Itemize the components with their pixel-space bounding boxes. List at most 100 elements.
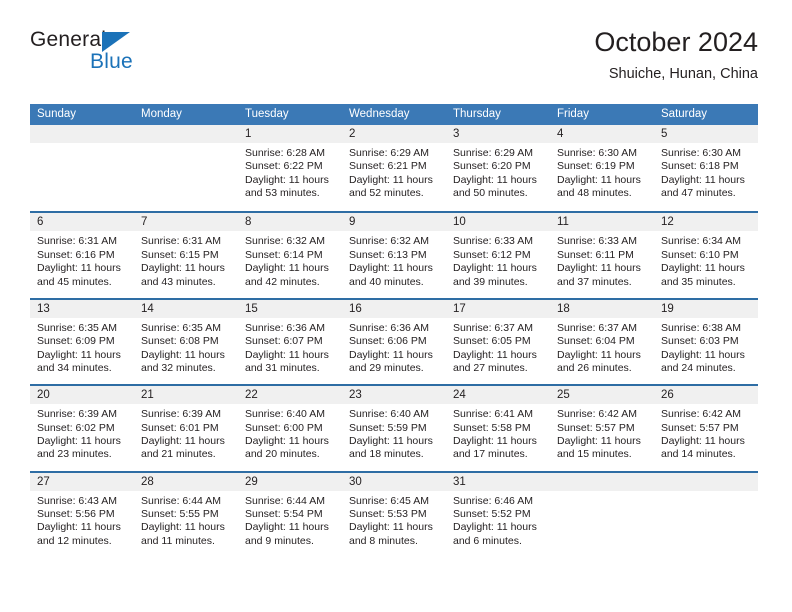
calendar-day-cell[interactable]: 25 Sunrise: 6:42 AM Sunset: 5:57 PM Dayligh… bbox=[550, 386, 654, 471]
calendar-day-cell[interactable]: 24 Sunrise: 6:41 AM Sunset: 5:58 PM Dayligh… bbox=[446, 386, 550, 471]
calendar-day-cell-empty bbox=[550, 472, 654, 557]
day-header-sunday: Sunday bbox=[37, 108, 77, 120]
day-details: Sunrise: 6:40 AM Sunset: 6:00 PM Daylight:… bbox=[238, 404, 342, 462]
calendar-day-cell[interactable]: 27 Sunrise: 6:43 AM Sunset: 5:56 PM Dayligh… bbox=[30, 472, 134, 557]
sunset-text: Sunset: 6:09 PM bbox=[37, 335, 115, 348]
calendar-day-cell[interactable]: 8 Sunrise: 6:32 AM Sunset: 6:14 PM Daylight… bbox=[238, 213, 342, 298]
page-subtitle-location: Shuiche, Hunan, China bbox=[608, 66, 758, 82]
calendar-week-row: 6 Sunrise: 6:31 AM Sunset: 6:16 PM Daylight… bbox=[30, 211, 758, 298]
calendar-day-cell[interactable]: 12 Sunrise: 6:34 AM Sunset: 6:10 PM Dayligh… bbox=[654, 213, 758, 298]
calendar-day-cell[interactable]: 6 Sunrise: 6:31 AM Sunset: 6:16 PM Daylight… bbox=[30, 213, 134, 298]
day-number: 7 bbox=[134, 213, 238, 232]
day-number: 23 bbox=[342, 386, 446, 405]
day-number: 12 bbox=[654, 213, 758, 232]
day-details: Sunrise: 6:35 AM Sunset: 6:09 PM Daylight:… bbox=[30, 318, 134, 376]
calendar-day-cell[interactable]: 11 Sunrise: 6:33 AM Sunset: 6:11 PM Dayligh… bbox=[550, 213, 654, 298]
calendar-day-cell[interactable]: 14 Sunrise: 6:35 AM Sunset: 6:08 PM Dayligh… bbox=[134, 299, 238, 385]
calendar-grid: Sunday Monday Tuesday Wednesday Thursday Frid… bbox=[30, 104, 758, 557]
sunrise-text: Sunrise: 6:28 AM bbox=[245, 147, 325, 159]
daylight-text: Daylight: 11 hours and 42 minutes. bbox=[245, 262, 329, 288]
day-number: 26 bbox=[654, 386, 758, 405]
calendar-day-cell[interactable]: 4 Sunrise: 6:30 AM Sunset: 6:19 PM Daylight… bbox=[550, 125, 654, 212]
day-number: 30 bbox=[342, 472, 446, 491]
sunrise-text: Sunrise: 6:40 AM bbox=[245, 408, 325, 421]
calendar-day-cell[interactable]: 21 Sunrise: 6:39 AM Sunset: 6:01 PM Dayligh… bbox=[134, 386, 238, 471]
day-number: 10 bbox=[446, 213, 550, 232]
sunrise-text: Sunrise: 6:29 AM bbox=[453, 147, 533, 159]
daylight-text: Daylight: 11 hours and 17 minutes. bbox=[453, 434, 537, 461]
calendar-day-cell[interactable]: 2 Sunrise: 6:29 AM Sunset: 6:21 PM Daylight… bbox=[342, 125, 446, 212]
day-details: Sunrise: 6:39 AM Sunset: 6:01 PM Daylight:… bbox=[134, 404, 238, 462]
day-details: Sunrise: 6:31 AM Sunset: 6:15 PM Daylight:… bbox=[134, 231, 238, 289]
sunset-text: Sunset: 5:57 PM bbox=[661, 421, 739, 434]
sunset-text: Sunset: 6:00 PM bbox=[245, 421, 323, 434]
daylight-text: Daylight: 11 hours and 53 minutes. bbox=[245, 173, 329, 200]
calendar-day-cell[interactable]: 29 Sunrise: 6:44 AM Sunset: 5:54 PM Dayligh… bbox=[238, 472, 342, 557]
sunset-text: Sunset: 6:08 PM bbox=[141, 335, 219, 348]
sunrise-text: Sunrise: 6:33 AM bbox=[453, 235, 533, 248]
sunrise-text: Sunrise: 6:37 AM bbox=[557, 321, 637, 334]
logo-text-blue: Blue bbox=[90, 50, 133, 73]
sunrise-text: Sunrise: 6:40 AM bbox=[349, 408, 429, 421]
day-number: 31 bbox=[446, 472, 550, 491]
calendar-day-cell[interactable]: 16 Sunrise: 6:36 AM Sunset: 6:06 PM Dayligh… bbox=[342, 299, 446, 385]
sunrise-text: Sunrise: 6:36 AM bbox=[349, 321, 429, 334]
daylight-text: Daylight: 11 hours and 50 minutes. bbox=[453, 173, 537, 200]
daylight-text: Daylight: 11 hours and 40 minutes. bbox=[349, 262, 433, 288]
day-details: Sunrise: 6:35 AM Sunset: 6:08 PM Daylight:… bbox=[134, 318, 238, 376]
sunrise-text: Sunrise: 6:34 AM bbox=[661, 235, 741, 248]
sunrise-text: Sunrise: 6:44 AM bbox=[245, 494, 325, 507]
day-details: Sunrise: 6:37 AM Sunset: 6:05 PM Daylight:… bbox=[446, 318, 550, 376]
sunrise-text: Sunrise: 6:35 AM bbox=[37, 321, 117, 334]
day-number: 5 bbox=[654, 125, 758, 143]
sunset-text: Sunset: 5:53 PM bbox=[349, 507, 427, 520]
calendar-day-cell[interactable]: 23 Sunrise: 6:40 AM Sunset: 5:59 PM Dayligh… bbox=[342, 386, 446, 471]
calendar-day-cell[interactable]: 30 Sunrise: 6:45 AM Sunset: 5:53 PM Dayligh… bbox=[342, 472, 446, 557]
calendar-day-cell[interactable]: 26 Sunrise: 6:42 AM Sunset: 5:57 PM Dayligh… bbox=[654, 386, 758, 471]
day-details: Sunrise: 6:42 AM Sunset: 5:57 PM Daylight:… bbox=[654, 404, 758, 462]
sunset-text: Sunset: 6:21 PM bbox=[349, 160, 427, 173]
calendar-day-cell[interactable]: 19 Sunrise: 6:38 AM Sunset: 6:03 PM Dayligh… bbox=[654, 299, 758, 385]
calendar-day-cell[interactable]: 13 Sunrise: 6:35 AM Sunset: 6:09 PM Dayligh… bbox=[30, 299, 134, 385]
day-number: 24 bbox=[446, 386, 550, 405]
calendar-day-cell[interactable]: 3 Sunrise: 6:29 AM Sunset: 6:20 PM Daylight… bbox=[446, 125, 550, 212]
calendar-day-cell[interactable]: 7 Sunrise: 6:31 AM Sunset: 6:15 PM Daylight… bbox=[134, 213, 238, 298]
calendar-day-cell[interactable]: 9 Sunrise: 6:32 AM Sunset: 6:13 PM Daylight… bbox=[342, 213, 446, 298]
sunset-text: Sunset: 6:13 PM bbox=[349, 248, 427, 261]
calendar-day-cell[interactable]: 28 Sunrise: 6:44 AM Sunset: 5:55 PM Dayligh… bbox=[134, 472, 238, 557]
sunset-text: Sunset: 5:59 PM bbox=[349, 421, 427, 434]
calendar-week-row: 1 Sunrise: 6:28 AM Sunset: 6:22 PM Daylight… bbox=[30, 125, 758, 212]
sunset-text: Sunset: 6:14 PM bbox=[245, 248, 323, 261]
sunrise-text: Sunrise: 6:31 AM bbox=[141, 235, 221, 248]
day-details: Sunrise: 6:36 AM Sunset: 6:07 PM Daylight:… bbox=[238, 318, 342, 376]
sunrise-text: Sunrise: 6:36 AM bbox=[245, 321, 325, 334]
day-number: 18 bbox=[550, 299, 654, 318]
daylight-text: Daylight: 11 hours and 15 minutes. bbox=[557, 434, 641, 461]
day-details: Sunrise: 6:30 AM Sunset: 6:18 PM Daylight:… bbox=[654, 143, 758, 201]
day-header-thursday: Thursday bbox=[453, 108, 501, 120]
calendar-day-cell[interactable]: 15 Sunrise: 6:36 AM Sunset: 6:07 PM Dayligh… bbox=[238, 299, 342, 385]
sunset-text: Sunset: 6:02 PM bbox=[37, 421, 115, 434]
sunset-text: Sunset: 6:12 PM bbox=[453, 248, 531, 261]
daylight-text: Daylight: 11 hours and 12 minutes. bbox=[37, 521, 121, 547]
day-details: Sunrise: 6:32 AM Sunset: 6:13 PM Daylight:… bbox=[342, 231, 446, 289]
calendar-day-cell[interactable]: 5 Sunrise: 6:30 AM Sunset: 6:18 PM Daylight… bbox=[654, 125, 758, 212]
calendar-day-cell[interactable]: 10 Sunrise: 6:33 AM Sunset: 6:12 PM Dayligh… bbox=[446, 213, 550, 298]
sunset-text: Sunset: 6:03 PM bbox=[661, 335, 739, 348]
sunrise-text: Sunrise: 6:31 AM bbox=[37, 235, 117, 248]
calendar-day-cell[interactable]: 31 Sunrise: 6:46 AM Sunset: 5:52 PM Dayligh… bbox=[446, 472, 550, 557]
sunset-text: Sunset: 6:22 PM bbox=[245, 160, 323, 173]
calendar-day-cell[interactable]: 17 Sunrise: 6:37 AM Sunset: 6:05 PM Dayligh… bbox=[446, 299, 550, 385]
calendar-day-cell[interactable]: 18 Sunrise: 6:37 AM Sunset: 6:04 PM Dayligh… bbox=[550, 299, 654, 385]
day-details: Sunrise: 6:46 AM Sunset: 5:52 PM Daylight:… bbox=[446, 491, 550, 549]
day-number: 17 bbox=[446, 299, 550, 318]
day-number bbox=[654, 472, 758, 491]
day-number: 11 bbox=[550, 213, 654, 232]
day-details: Sunrise: 6:44 AM Sunset: 5:54 PM Daylight:… bbox=[238, 491, 342, 549]
sunset-text: Sunset: 6:19 PM bbox=[557, 160, 635, 173]
sunrise-text: Sunrise: 6:33 AM bbox=[557, 235, 637, 248]
calendar-day-cell[interactable]: 20 Sunrise: 6:39 AM Sunset: 6:02 PM Dayligh… bbox=[30, 386, 134, 471]
calendar-day-cell[interactable]: 1 Sunrise: 6:28 AM Sunset: 6:22 PM Daylight… bbox=[238, 125, 342, 212]
day-header-friday: Friday bbox=[557, 108, 589, 120]
calendar-day-cell[interactable]: 22 Sunrise: 6:40 AM Sunset: 6:00 PM Dayligh… bbox=[238, 386, 342, 471]
